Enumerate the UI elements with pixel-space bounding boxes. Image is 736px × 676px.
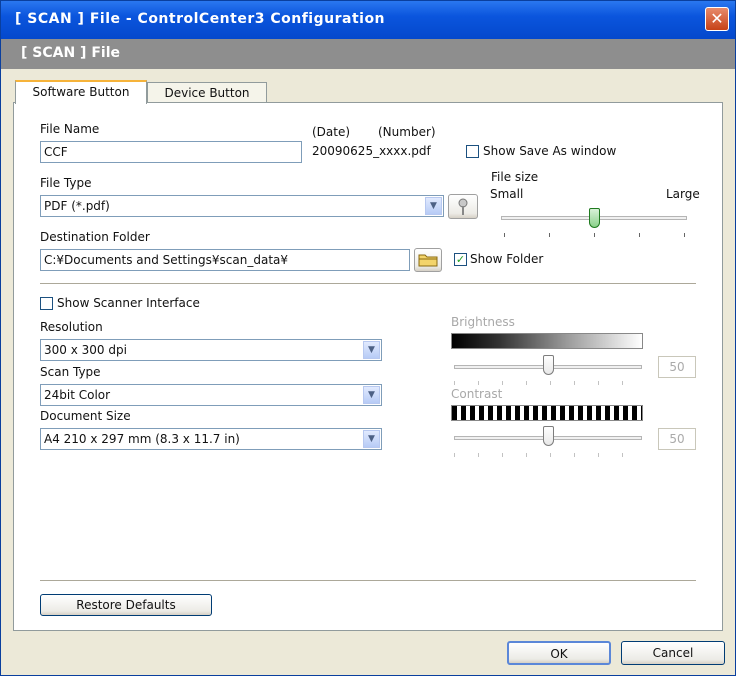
show-folder-label: Show Folder (470, 252, 544, 266)
slider-tick (574, 381, 575, 385)
document-size-value: A4 210 x 297 mm (8.3 x 11.7 in) (44, 432, 240, 446)
file-suffix-text: 20090625_xxxx.pdf (312, 144, 431, 158)
slider-tick (526, 381, 527, 385)
tab-software-button[interactable]: Software Button (15, 80, 147, 104)
slider-tick (502, 381, 503, 385)
file-type-settings-button[interactable] (448, 194, 478, 219)
file-type-label: File Type (40, 176, 92, 190)
cancel-button[interactable]: Cancel (621, 641, 725, 665)
document-size-select[interactable]: A4 210 x 297 mm (8.3 x 11.7 in) ▼ (40, 428, 382, 450)
slider-tick (549, 233, 550, 237)
resolution-label: Resolution (40, 320, 103, 334)
number-label: (Number) (378, 125, 436, 139)
slider-tick (526, 453, 527, 457)
brightness-slider-thumb[interactable] (543, 355, 554, 375)
dialog-window: [ SCAN ] File - ControlCenter3 Configura… (0, 0, 736, 676)
file-size-label: File size (491, 170, 539, 184)
contrast-pattern-bar (451, 405, 643, 421)
file-size-large-label: Large (666, 187, 700, 201)
ok-button[interactable]: OK (507, 641, 611, 665)
slider-tick (550, 381, 551, 385)
contrast-slider-thumb[interactable] (543, 426, 554, 446)
slider-tick (598, 453, 599, 457)
document-size-label: Document Size (40, 409, 131, 423)
show-scanner-interface-checkbox[interactable] (40, 297, 53, 310)
slider-tick (594, 233, 595, 237)
window-title: [ SCAN ] File - ControlCenter3 Configura… (15, 11, 386, 27)
file-size-small-label: Small (490, 187, 524, 201)
browse-folder-button[interactable] (414, 248, 442, 272)
tab-panel: File Name CCF (Date) (Number) 20090625_x… (13, 102, 723, 631)
slider-tick (502, 453, 503, 457)
date-label: (Date) (312, 125, 351, 139)
resolution-value: 300 x 300 dpi (44, 343, 127, 357)
show-save-as-checkbox[interactable] (466, 145, 479, 158)
scan-type-label: Scan Type (40, 365, 101, 379)
pin-icon (458, 198, 468, 215)
destination-folder-label: Destination Folder (40, 230, 150, 244)
brightness-value-field[interactable]: 50 (658, 356, 696, 378)
restore-defaults-button[interactable]: Restore Defaults (40, 594, 212, 616)
show-scanner-interface-label: Show Scanner Interface (57, 296, 200, 310)
chevron-down-icon: ▼ (363, 341, 380, 359)
slider-tick (684, 233, 685, 237)
file-name-input[interactable]: CCF (40, 141, 302, 163)
slider-tick (454, 381, 455, 385)
slider-tick (598, 381, 599, 385)
contrast-value-field[interactable]: 50 (658, 428, 696, 450)
divider (40, 283, 696, 285)
chevron-down-icon: ▼ (363, 430, 380, 448)
chevron-down-icon: ▼ (425, 197, 442, 215)
file-type-select[interactable]: PDF (*.pdf) ▼ (40, 195, 444, 217)
folder-icon (418, 254, 438, 267)
slider-tick (478, 381, 479, 385)
slider-tick (504, 233, 505, 237)
slider-tick (478, 453, 479, 457)
title-bar: [ SCAN ] File - ControlCenter3 Configura… (1, 1, 735, 39)
slider-tick (622, 381, 623, 385)
show-folder-checkbox[interactable]: ✓ (454, 253, 467, 266)
slider-tick (574, 453, 575, 457)
file-size-slider-thumb[interactable] (589, 208, 600, 228)
close-button[interactable]: ✕ (705, 7, 729, 31)
brightness-gradient-bar (451, 333, 643, 349)
resolution-select[interactable]: 300 x 300 dpi ▼ (40, 339, 382, 361)
banner-title: [ SCAN ] File (21, 45, 120, 61)
brightness-label: Brightness (451, 315, 515, 329)
show-save-as-label: Show Save As window (483, 144, 617, 158)
slider-tick (639, 233, 640, 237)
header-banner: [ SCAN ] File (1, 39, 735, 69)
file-name-label: File Name (40, 122, 100, 136)
file-type-value: PDF (*.pdf) (44, 199, 110, 213)
slider-tick (550, 453, 551, 457)
slider-tick (622, 453, 623, 457)
divider (40, 580, 696, 582)
chevron-down-icon: ▼ (363, 386, 380, 404)
tab-device-button[interactable]: Device Button (147, 82, 267, 104)
slider-tick (454, 453, 455, 457)
scan-type-select[interactable]: 24bit Color ▼ (40, 384, 382, 406)
scan-type-value: 24bit Color (44, 388, 111, 402)
contrast-label: Contrast (451, 387, 503, 401)
close-icon: ✕ (710, 9, 724, 28)
destination-folder-input[interactable]: C:¥Documents and Settings¥scan_data¥ (40, 249, 410, 271)
